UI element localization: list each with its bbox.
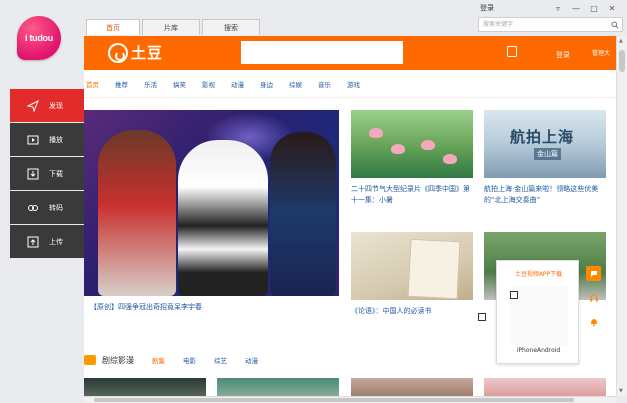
tab-library[interactable]: 片库	[142, 19, 200, 35]
maximize-button[interactable]: □	[585, 2, 603, 14]
section-tab[interactable]: 剧集	[152, 355, 165, 365]
vertical-scrollbar[interactable]: ▲ ▼	[616, 36, 627, 396]
subnav-item-home[interactable]: 首页	[86, 79, 99, 89]
sidebar-item-label: 上传	[49, 237, 63, 246]
browser-tabs: 首页 片库 搜索	[86, 19, 262, 35]
subnav-item[interactable]: 推荐	[115, 79, 128, 89]
subnav-item[interactable]: 影视	[202, 79, 215, 89]
search-icon[interactable]	[607, 17, 623, 32]
thumbnail-overlay-title: 航拍上海	[510, 128, 575, 146]
qr-code	[510, 287, 568, 345]
section-title: 剧综影漫	[102, 355, 134, 365]
sidebar-nav: 发现 播放 下载 转码 上传	[10, 89, 84, 259]
login-link[interactable]: 登录	[480, 3, 494, 13]
thumbnail-overlay-sub: 金山篇	[534, 148, 561, 160]
performer-figure	[270, 132, 336, 296]
left-panel: i tudou 发现 播放 下载 转码 上传	[0, 0, 84, 403]
sidebar-item-label: 下载	[49, 169, 63, 178]
lotus-flower	[369, 128, 383, 138]
card-caption[interactable]: 航拍上海·金山篇来啦！领略这些优美的“北上海交奏曲”	[484, 184, 608, 206]
paper-plane-icon	[26, 99, 39, 112]
video-thumbnail-shanghai[interactable]: 航拍上海 金山篇	[484, 110, 606, 178]
popup-platforms[interactable]: iPhoneAndroid	[497, 347, 580, 354]
video-thumbnail[interactable]	[484, 378, 606, 396]
performer-figure	[98, 130, 176, 296]
upload-icon[interactable]	[507, 46, 517, 57]
subnav-item[interactable]: 音乐	[318, 79, 331, 89]
book-page	[407, 238, 461, 300]
minimize-button[interactable]: —	[567, 2, 585, 14]
tab-search[interactable]: 搜索	[202, 19, 260, 35]
upload-icon	[26, 235, 39, 248]
subnav-item[interactable]: 游戏	[347, 79, 360, 89]
site-search-input[interactable]	[241, 41, 403, 64]
video-thumbnail[interactable]	[217, 378, 339, 396]
floating-side-buttons	[586, 266, 602, 338]
site-subnav: 首页 推荐 乐活 搞笑 影视 动漫 身边 综娱 音乐 游戏	[84, 70, 616, 98]
tab-home[interactable]: 首页	[86, 19, 140, 35]
lotus-flower	[421, 140, 435, 150]
close-button[interactable]: ✕	[603, 2, 621, 14]
sidebar-item-label: 转码	[49, 203, 63, 212]
horizontal-scrollbar[interactable]	[84, 396, 616, 403]
performer-figure	[178, 140, 268, 296]
qr-code-icon[interactable]	[478, 313, 486, 321]
window-controls: ▿ — □ ✕	[549, 2, 621, 14]
sidebar-item-upload[interactable]: 上传	[10, 225, 84, 258]
sidebar-item-download[interactable]: 下载	[10, 157, 84, 190]
qr-marker	[510, 291, 518, 299]
site-header: 土豆 登录 管理大	[84, 36, 616, 70]
lotus-flower	[391, 144, 405, 154]
scroll-up-icon[interactable]: ▲	[619, 38, 623, 44]
video-thumbnail-book[interactable]	[351, 232, 473, 300]
app-download-popup: 土豆视频APP下载 iPhoneAndroid	[496, 260, 579, 364]
lotus-flower	[443, 154, 457, 164]
hero-video-thumbnail[interactable]	[84, 110, 339, 296]
sidebar-item-discover[interactable]: 发现	[10, 89, 84, 122]
tudou-site-logo[interactable]: 土豆	[108, 42, 163, 63]
subnav-item[interactable]: 乐活	[144, 79, 157, 89]
popup-title: 土豆视频APP下载	[514, 271, 563, 278]
card-caption[interactable]: 二十四节气大型纪录片《四季中国》第十一集：小暑	[351, 184, 475, 206]
card-caption[interactable]: 《论语》：中国人的必读书	[351, 306, 475, 317]
link-icon	[26, 201, 39, 214]
scroll-thumb[interactable]	[94, 398, 574, 402]
sidebar-item-label: 发现	[49, 101, 63, 110]
hero-caption[interactable]: 【原创】四强争冠出奇招竟呆李宇春	[90, 302, 202, 312]
feedback-icon[interactable]	[586, 266, 601, 281]
tudou-face-icon	[108, 42, 128, 63]
dropdown-icon[interactable]: ▿	[549, 2, 567, 14]
tv-icon	[84, 355, 96, 365]
site-login-link[interactable]: 登录	[556, 50, 570, 60]
scroll-down-icon[interactable]: ▼	[619, 388, 623, 394]
section-tab[interactable]: 综艺	[214, 355, 227, 365]
play-icon	[26, 133, 39, 146]
video-thumbnail-lotus[interactable]	[351, 110, 473, 178]
subnav-item[interactable]: 综娱	[289, 79, 302, 89]
bell-icon[interactable]	[586, 314, 601, 329]
subnav-item[interactable]: 搞笑	[173, 79, 186, 89]
site-logo-text: 土豆	[131, 44, 164, 62]
section-tab[interactable]: 动漫	[245, 355, 258, 365]
logo-text: i tudou	[25, 33, 53, 43]
scroll-thumb[interactable]	[619, 50, 625, 72]
itudou-logo: i tudou	[17, 16, 61, 60]
section-tab[interactable]: 电影	[183, 355, 196, 365]
sidebar-item-transcode[interactable]: 转码	[10, 191, 84, 224]
subnav-item[interactable]: 身边	[260, 79, 273, 89]
sidebar-item-label: 播放	[49, 135, 63, 144]
video-thumbnail[interactable]	[351, 378, 473, 396]
download-icon	[26, 167, 39, 180]
sidebar-item-play[interactable]: 播放	[10, 123, 84, 156]
headset-icon[interactable]	[586, 290, 601, 305]
search-input[interactable]: 搜索关键字	[478, 17, 608, 32]
subnav-item[interactable]: 动漫	[231, 79, 244, 89]
video-thumbnail[interactable]	[84, 378, 206, 396]
manage-link[interactable]: 管理大	[592, 48, 610, 57]
